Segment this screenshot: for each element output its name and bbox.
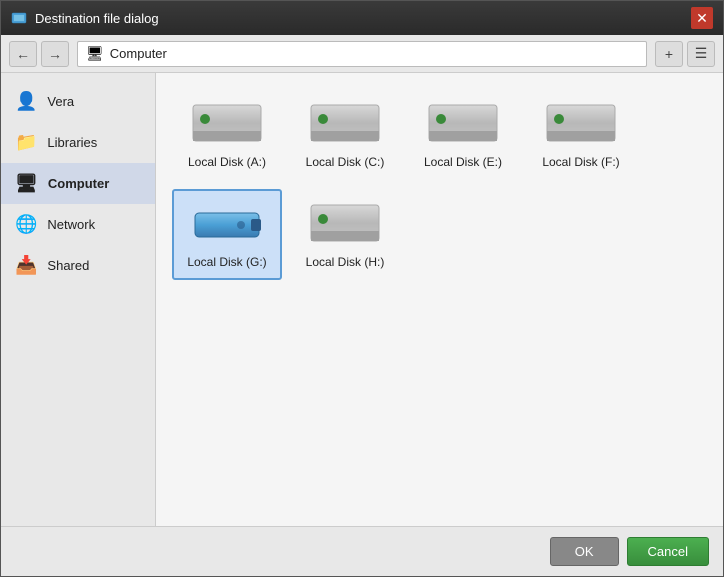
sidebar-item-network-label: Network	[47, 217, 95, 232]
libraries-icon: 📁	[15, 132, 37, 153]
file-grid: Local Disk (A:) Local Disk (C:)	[172, 89, 707, 280]
breadcrumb: 🖥 Computer	[77, 41, 647, 67]
sidebar-item-vera[interactable]: 👤 Vera	[1, 81, 155, 122]
breadcrumb-computer-icon: 🖥	[86, 45, 104, 62]
file-item-disk-f[interactable]: Local Disk (F:)	[526, 89, 636, 181]
footer: OK Cancel	[1, 526, 723, 576]
file-item-disk-h[interactable]: Local Disk (H:)	[290, 189, 400, 281]
disk-f-icon	[545, 99, 617, 149]
disk-g-label: Local Disk (G:)	[187, 255, 266, 271]
dialog-icon	[11, 10, 27, 26]
disk-a-icon	[191, 99, 263, 149]
close-button[interactable]: ✕	[691, 7, 713, 29]
file-item-disk-g[interactable]: Local Disk (G:)	[172, 189, 282, 281]
disk-f-label: Local Disk (F:)	[542, 155, 619, 171]
breadcrumb-text: Computer	[110, 46, 167, 61]
computer-icon: 🖥	[15, 173, 38, 194]
network-icon: 🌐	[15, 214, 37, 235]
main-pane: Local Disk (A:) Local Disk (C:)	[156, 73, 723, 526]
view-toggle-button[interactable]: ☰	[687, 41, 715, 67]
shared-icon: 📥	[15, 255, 37, 276]
disk-h-icon	[309, 199, 381, 249]
sidebar-item-shared-label: Shared	[47, 258, 89, 273]
forward-button[interactable]: →	[41, 41, 69, 67]
sidebar: 👤 Vera 📁 Libraries 🖥 Computer 🌐 Network …	[1, 73, 156, 526]
new-folder-button[interactable]: +	[655, 41, 683, 67]
toolbar: ← → 🖥 Computer + ☰	[1, 35, 723, 73]
file-item-disk-a[interactable]: Local Disk (A:)	[172, 89, 282, 181]
file-item-disk-e[interactable]: Local Disk (E:)	[408, 89, 518, 181]
destination-file-dialog: Destination file dialog ✕ ← → 🖥 Computer…	[0, 0, 724, 577]
disk-c-label: Local Disk (C:)	[306, 155, 385, 171]
cancel-button[interactable]: Cancel	[627, 537, 709, 566]
disk-e-label: Local Disk (E:)	[424, 155, 502, 171]
ok-button[interactable]: OK	[550, 537, 619, 566]
sidebar-item-network[interactable]: 🌐 Network	[1, 204, 155, 245]
disk-c-icon	[309, 99, 381, 149]
title-bar: Destination file dialog ✕	[1, 1, 723, 35]
sidebar-item-shared[interactable]: 📥 Shared	[1, 245, 155, 286]
back-button[interactable]: ←	[9, 41, 37, 67]
disk-e-icon	[427, 99, 499, 149]
disk-h-label: Local Disk (H:)	[306, 255, 385, 271]
sidebar-item-libraries[interactable]: 📁 Libraries	[1, 122, 155, 163]
file-item-disk-c[interactable]: Local Disk (C:)	[290, 89, 400, 181]
sidebar-item-computer-label: Computer	[48, 176, 109, 191]
dialog-title: Destination file dialog	[35, 11, 691, 26]
sidebar-item-vera-label: Vera	[47, 94, 74, 109]
vera-icon: 👤	[15, 91, 37, 112]
sidebar-item-libraries-label: Libraries	[47, 135, 97, 150]
disk-g-icon	[191, 199, 263, 249]
content-area: 👤 Vera 📁 Libraries 🖥 Computer 🌐 Network …	[1, 73, 723, 526]
disk-a-label: Local Disk (A:)	[188, 155, 266, 171]
sidebar-item-computer[interactable]: 🖥 Computer	[1, 163, 155, 204]
